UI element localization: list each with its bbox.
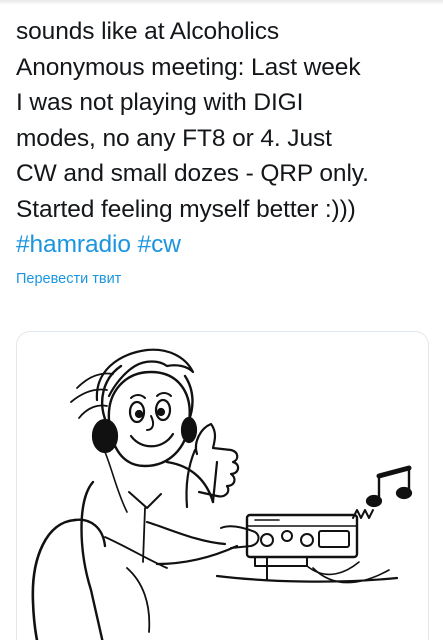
tweet-text-line: CW and small dozes - QRP only. bbox=[16, 160, 369, 187]
tweet-text: sounds like at Alcoholics Anonymous meet… bbox=[16, 14, 431, 263]
tweet-text-line: Started feeling myself better :))) bbox=[16, 195, 356, 223]
top-divider bbox=[0, 0, 443, 5]
tweet-media-image[interactable] bbox=[16, 331, 429, 640]
hashtag-hamradio-link[interactable]: #hamradio bbox=[16, 231, 131, 258]
tweet-text-line: modes, no any FT8 or 4. Just bbox=[16, 124, 332, 152]
tweet-text-line: I was not playing with DIGI bbox=[16, 89, 304, 116]
tweet-text-line: Anonymous meeting: Last week bbox=[16, 53, 361, 81]
hashtag-line: #hamradio #cw bbox=[16, 227, 431, 263]
translate-tweet-link[interactable]: Перевести твит bbox=[16, 271, 121, 287]
hashtag-cw-link[interactable]: #cw bbox=[138, 231, 181, 258]
tweet-text-line: sounds like at Alcoholics bbox=[16, 18, 280, 45]
cartoon-ham-radio-operator-image bbox=[31, 348, 413, 640]
tweet-detail-view: sounds like at Alcoholics Anonymous meet… bbox=[0, 0, 443, 640]
